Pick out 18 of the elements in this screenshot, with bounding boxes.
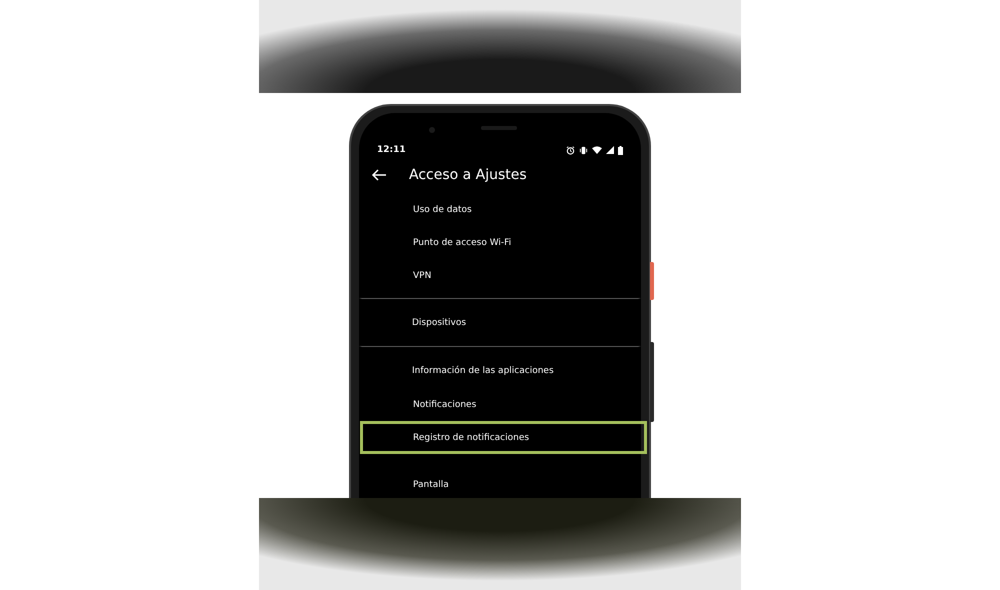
settings-item[interactable]: Información de las aplicaciones [359,346,641,388]
settings-item[interactable]: Registro de notificaciones [360,421,647,454]
settings-item[interactable]: VPN [360,259,647,292]
vibrate-icon [579,146,588,154]
camera-icon [429,127,435,133]
screen-title: Acceso a Ajustes [409,167,527,183]
signal-icon [606,146,614,154]
settings-item[interactable]: Punto de acceso Wi-Fi [360,226,647,259]
back-button[interactable] [371,169,387,181]
settings-item[interactable]: Uso de datos [360,193,647,226]
settings-item[interactable]: Notificaciones [360,388,647,421]
settings-item[interactable]: Dispositivos [359,298,641,340]
power-key [650,262,654,300]
status-time: 12:11 [377,145,406,155]
alarm-icon [566,146,575,154]
battery-icon [618,146,623,154]
settings-item[interactable]: Pantalla [360,468,647,498]
wifi-icon [592,146,602,154]
